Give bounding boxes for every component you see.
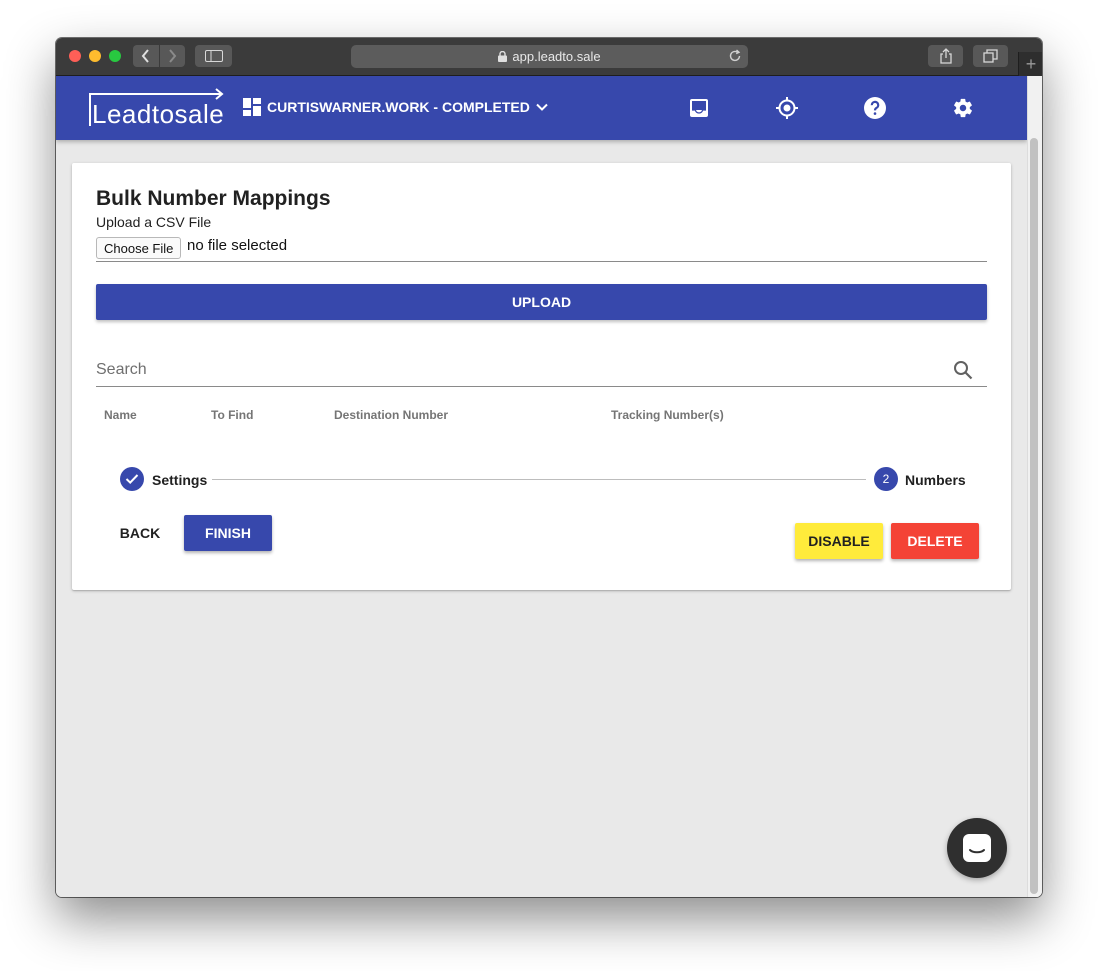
upload-label: Upload a CSV File [96,214,212,230]
app-bar: Leadtosale CURTISWARNER.WORK - COMPLETED [56,76,1027,140]
stepper-connector [212,479,866,480]
logo-text: Leadtosale [92,99,225,129]
share-icon[interactable] [928,45,963,67]
target-icon[interactable] [775,96,799,120]
delete-button[interactable]: DELETE [891,523,979,559]
search-field [96,357,987,387]
inbox-icon[interactable] [687,96,711,120]
column-header-to-find[interactable]: To Find [211,408,253,422]
chat-launcher-button[interactable] [947,818,1007,878]
back-button[interactable]: BACK [108,515,172,551]
search-input[interactable] [96,357,936,383]
finish-button[interactable]: FINISH [184,515,272,551]
help-icon[interactable] [863,96,887,120]
forward-icon[interactable] [158,45,186,67]
url-text: app.leadto.sale [512,49,601,64]
chevron-down-icon [534,99,550,115]
step-label-numbers[interactable]: Numbers [905,472,966,488]
bulk-mappings-card: Bulk Number Mappings Upload a CSV File C… [72,163,1011,590]
sidebar-icon[interactable] [195,45,232,67]
upload-button[interactable]: UPLOAD [96,284,987,320]
tabs-icon[interactable] [973,45,1008,67]
lock-icon [498,51,508,62]
file-input-field: Choose File no file selected [96,235,987,262]
history-navigation [133,45,185,67]
column-header-tracking-numbers[interactable]: Tracking Number(s) [611,408,724,422]
choose-file-button[interactable]: Choose File [96,237,182,259]
project-selector[interactable]: CURTISWARNER.WORK - COMPLETED [243,98,550,116]
browser-window: app.leadto.sale + Leadtosale CURTISWARNE… [56,38,1042,897]
app-viewport: Leadtosale CURTISWARNER.WORK - COMPLETED [56,76,1042,897]
step-number-badge: 2 [874,467,898,491]
new-tab-icon[interactable]: + [1018,52,1042,76]
reload-icon[interactable] [728,49,742,66]
search-icon[interactable] [953,360,973,385]
chat-icon [962,833,992,863]
scrollbar-thumb[interactable] [1030,138,1038,894]
project-name: CURTISWARNER.WORK - COMPLETED [267,99,530,115]
zoom-window-button[interactable] [109,50,121,62]
file-status: no file selected [187,237,288,254]
address-bar[interactable]: app.leadto.sale [351,45,748,68]
page-title: Bulk Number Mappings [96,187,331,210]
settings-icon[interactable] [951,96,975,120]
dashboard-icon [243,98,261,116]
minimize-window-button[interactable] [89,50,101,62]
step-label-settings[interactable]: Settings [152,472,207,488]
check-icon [120,467,144,491]
column-header-name[interactable]: Name [104,408,137,422]
column-header-destination-number[interactable]: Destination Number [334,408,448,422]
back-icon[interactable] [133,45,159,67]
close-window-button[interactable] [69,50,81,62]
disable-button[interactable]: DISABLE [795,523,883,559]
browser-toolbar: app.leadto.sale + [56,38,1042,76]
